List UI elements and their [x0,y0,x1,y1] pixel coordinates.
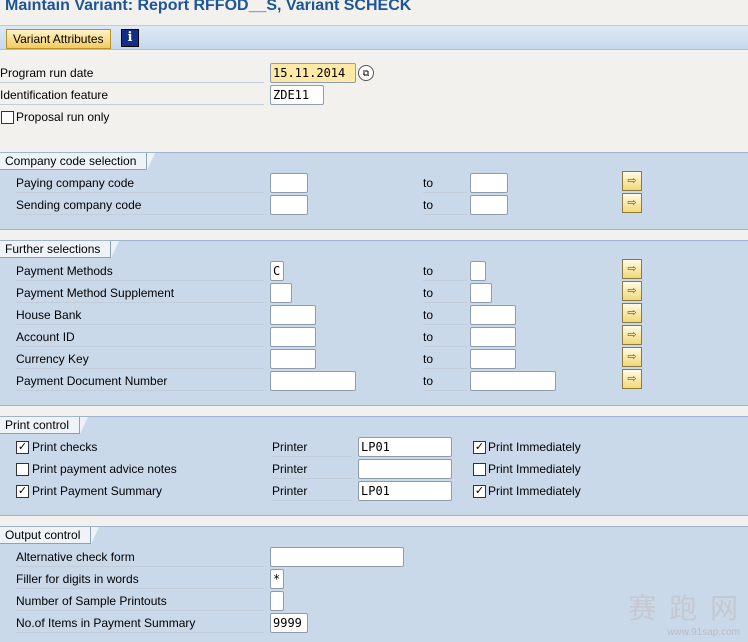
section-title-further: Further selections [0,241,120,258]
account-id-label: Account ID [16,327,264,347]
to-label: to [423,195,467,215]
print-immediately-label: Print Immediately [488,440,581,454]
alternative-check-form-input[interactable] [270,547,404,567]
print-advice-immediately-checkbox[interactable] [473,463,486,476]
payment-document-number-label: Payment Document Number [16,371,264,391]
to-label: to [423,305,467,325]
payment-method-supplement-to-input[interactable] [470,283,492,303]
currency-key-label: Currency Key [16,349,264,369]
print-summary-label: Print Payment Summary [32,484,163,498]
house-bank-label: House Bank [16,305,264,325]
print-advice-notes-printer-input[interactable] [358,459,452,479]
print-advice-notes-checkbox[interactable] [16,463,29,476]
print-summary-checkbox[interactable]: ✓ [16,485,29,498]
alternative-check-form-label: Alternative check form [16,547,264,567]
account-id-from-input[interactable] [270,327,316,347]
identification-feature-input[interactable]: ZDE11 [270,85,324,105]
filler-digits-label: Filler for digits in words [16,569,264,589]
filler-digits-input[interactable]: * [270,569,284,589]
to-label: to [423,349,467,369]
multiple-selection-arrow-icon[interactable]: ⇨ [622,369,642,389]
watermark-logo: 赛 跑 网 www.91sap.com [628,587,740,638]
sample-printouts-label: Number of Sample Printouts [16,591,264,611]
printer-label: Printer [272,481,352,501]
print-advice-notes-label: Print payment advice notes [32,462,177,476]
payment-document-number-to-input[interactable] [470,371,556,391]
paying-company-code-label: Paying company code [16,173,264,193]
paying-company-code-from-input[interactable] [270,173,308,193]
account-id-to-input[interactable] [470,327,516,347]
proposal-run-label: Proposal run only [16,110,110,124]
print-immediately-label: Print Immediately [488,462,581,476]
section-title-output: Output control [0,527,100,544]
items-in-summary-input[interactable]: 9999 [270,613,308,633]
payment-document-number-from-input[interactable] [270,371,356,391]
proposal-run-checkbox[interactable] [1,111,14,124]
sending-company-code-label: Sending company code [16,195,264,215]
to-label: to [423,261,467,281]
page-title: Maintain Variant: Report RFFOD__S, Varia… [5,0,412,14]
calendar-picker-icon[interactable]: ⧉ [358,65,374,81]
program-run-date-label: Program run date [0,63,264,83]
variant-attributes-button[interactable]: Variant Attributes [6,29,111,49]
to-label: to [423,283,467,303]
sending-company-code-from-input[interactable] [270,195,308,215]
print-checks-checkbox[interactable]: ✓ [16,441,29,454]
print-checks-label: Print checks [32,440,98,454]
paying-company-code-to-input[interactable] [470,173,508,193]
currency-key-from-input[interactable] [270,349,316,369]
print-summary-printer-input[interactable]: LP01 [358,481,452,501]
multiple-selection-arrow-icon[interactable]: ⇨ [622,303,642,323]
payment-method-supplement-from-input[interactable] [270,283,292,303]
items-in-summary-label: No.of Items in Payment Summary [16,613,264,633]
printer-label: Printer [272,437,352,457]
payment-method-supplement-label: Payment Method Supplement [16,283,264,303]
payment-methods-from-input[interactable]: C [270,261,284,281]
application-toolbar: Variant Attributes i [0,25,748,50]
printer-label: Printer [272,459,352,479]
print-checks-printer-input[interactable]: LP01 [358,437,452,457]
sample-printouts-input[interactable] [270,591,284,611]
print-immediately-label: Print Immediately [488,484,581,498]
multiple-selection-arrow-icon[interactable]: ⇨ [622,281,642,301]
program-run-date-input[interactable]: 15.11.2014 [270,63,356,83]
multiple-selection-arrow-icon[interactable]: ⇨ [622,193,642,213]
sending-company-code-to-input[interactable] [470,195,508,215]
house-bank-from-input[interactable] [270,305,316,325]
section-title-print: Print control [0,417,89,434]
info-icon[interactable]: i [121,29,139,47]
to-label: to [423,327,467,347]
payment-methods-to-input[interactable] [470,261,486,281]
multiple-selection-arrow-icon[interactable]: ⇨ [622,259,642,279]
multiple-selection-arrow-icon[interactable]: ⇨ [622,171,642,191]
currency-key-to-input[interactable] [470,349,516,369]
print-summary-immediately-checkbox[interactable]: ✓ [473,485,486,498]
house-bank-to-input[interactable] [470,305,516,325]
print-checks-immediately-checkbox[interactable]: ✓ [473,441,486,454]
multiple-selection-arrow-icon[interactable]: ⇨ [622,325,642,345]
payment-methods-label: Payment Methods [16,261,264,281]
section-title-company: Company code selection [0,153,156,170]
to-label: to [423,371,467,391]
to-label: to [423,173,467,193]
watermark-text: 赛 跑 网 [628,592,740,625]
multiple-selection-arrow-icon[interactable]: ⇨ [622,347,642,367]
watermark-url: www.91sap.com [667,627,740,638]
identification-feature-label: Identification feature [0,85,264,105]
